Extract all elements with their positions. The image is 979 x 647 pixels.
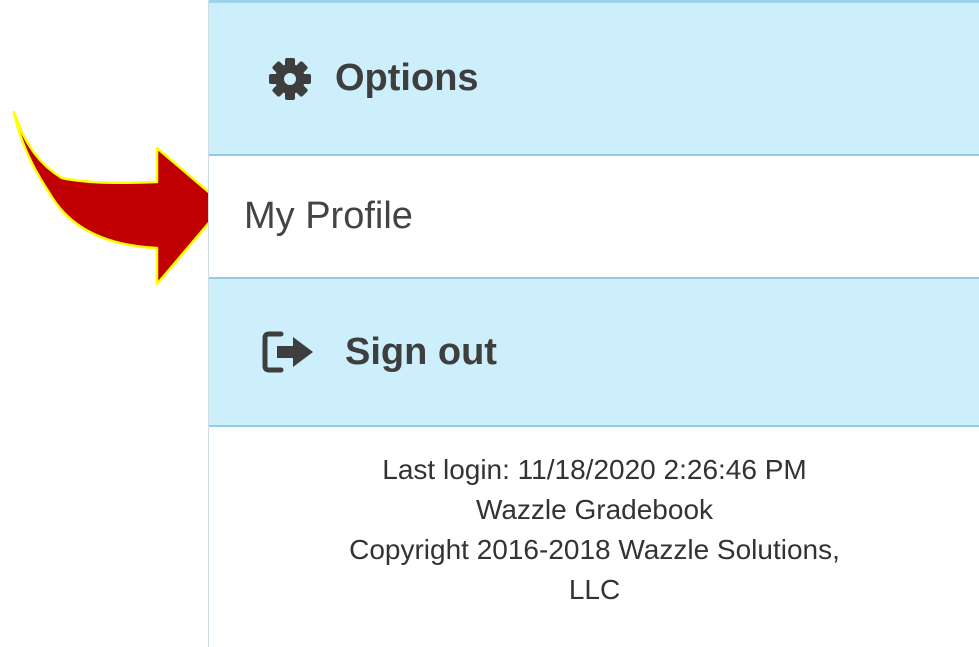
gear-icon [267, 56, 313, 102]
red-arrow-annotation [12, 110, 226, 286]
last-login-text: Last login: 11/18/2020 2:26:46 PM [382, 454, 807, 485]
my-profile-label[interactable]: My Profile [244, 195, 413, 238]
copyright-text: Copyright 2016-2018 Wazzle Solutions, [349, 534, 840, 565]
sign-out-menu-item[interactable]: Sign out [209, 277, 979, 427]
sign-out-icon [261, 330, 321, 374]
page: Options My Profile Sign out Last login: … [0, 0, 979, 647]
options-label: Options [335, 57, 479, 99]
app-name-text: Wazzle Gradebook [475, 494, 714, 525]
sign-out-label: Sign out [345, 330, 497, 373]
copyright-continued-text: LLC [568, 574, 621, 605]
menu-footer: Last login: 11/18/2020 2:26:46 PM Wazzle… [209, 450, 979, 610]
options-menu-item[interactable]: Options [209, 0, 979, 156]
user-menu-panel: Options My Profile Sign out Last login: … [208, 0, 979, 647]
my-profile-menu-item[interactable]: My Profile [209, 156, 979, 277]
